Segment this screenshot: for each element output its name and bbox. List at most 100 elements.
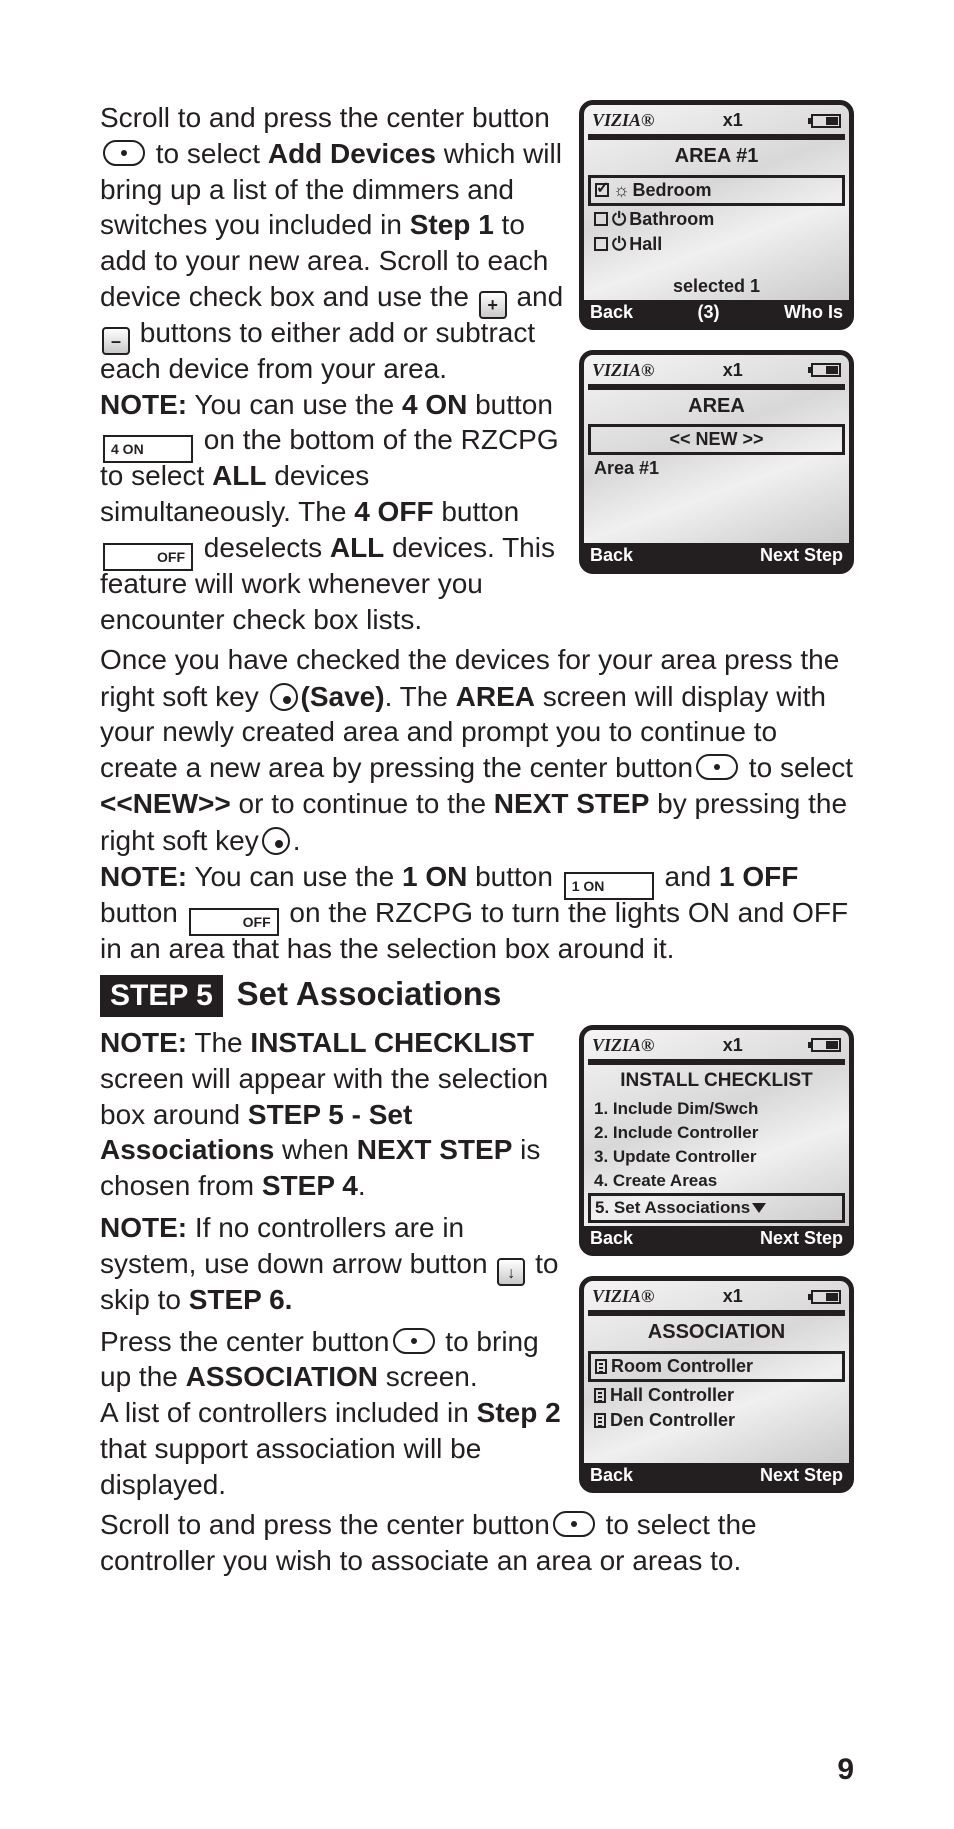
device-name: Bathroom: [629, 209, 714, 229]
signal-label: x1: [723, 109, 743, 132]
screen-footer: Back Next Step: [584, 543, 849, 568]
screen-title: AREA: [588, 392, 845, 422]
checkbox-icon: [594, 237, 608, 251]
center-button-icon: [553, 1511, 595, 1537]
new-area-row: << NEW >>: [588, 424, 845, 455]
battery-icon: [811, 363, 841, 377]
text: button: [467, 861, 560, 892]
brand-label: VIZIA®: [592, 1285, 654, 1308]
device-name: Hall: [629, 234, 662, 254]
device-screen-area-list: VIZIA® x1 AREA << NEW >> Area #1 Back Ne…: [579, 350, 854, 574]
area-row: Area #1: [588, 456, 845, 481]
one-off-button-icon: OFF: [189, 908, 279, 936]
controller-row: Hall Controller: [588, 1383, 845, 1408]
text: .: [293, 825, 301, 856]
power-icon: ⏻: [612, 233, 626, 256]
bold: NEXT STEP: [357, 1134, 513, 1165]
bold: 1 ON: [402, 861, 467, 892]
text: when: [274, 1134, 357, 1165]
page-number: 9: [837, 1751, 854, 1789]
text: You can use the: [187, 861, 402, 892]
text: and: [516, 281, 563, 312]
checklist-row: 3. Update Controller: [588, 1145, 845, 1169]
softkey-center: (3): [698, 301, 720, 324]
bold: NEXT STEP: [494, 788, 650, 819]
instruction-paragraph-1: Scroll to and press the center button to…: [100, 100, 565, 638]
note-label: NOTE:: [100, 1027, 187, 1058]
text: screen.: [378, 1361, 478, 1392]
instruction-paragraph-3: NOTE: The INSTALL CHECKLIST screen will …: [100, 1025, 565, 1204]
right-softkey-icon: [270, 683, 298, 711]
text: that support association will be display…: [100, 1433, 481, 1500]
softkey-right: Who Is: [784, 301, 843, 324]
center-button-icon: [393, 1328, 435, 1354]
bold: Step 1: [410, 209, 494, 240]
text: to select: [156, 138, 268, 169]
instruction-paragraph-4b: Scroll to and press the center button to…: [100, 1507, 854, 1579]
text: 5. Set Associations: [595, 1198, 750, 1217]
one-on-button-icon: 1 ON: [564, 872, 654, 900]
bold: INSTALL CHECKLIST: [250, 1027, 534, 1058]
checklist-row: 2. Include Controller: [588, 1121, 845, 1145]
softkey-back: Back: [590, 1464, 633, 1487]
text: A list of controllers included in: [100, 1397, 477, 1428]
text: or to continue to the: [231, 788, 494, 819]
bold: ALL: [330, 532, 384, 563]
note-label: NOTE:: [100, 861, 187, 892]
bold: AREA: [456, 681, 535, 712]
text: Hall Controller: [610, 1385, 734, 1405]
text: button: [434, 496, 520, 527]
text: Press the center button: [100, 1326, 390, 1357]
softkey-back: Back: [590, 1227, 633, 1250]
device-row: ⏻Hall: [588, 232, 845, 257]
instruction-note-2: NOTE: If no controllers are in system, u…: [100, 1210, 565, 1317]
softkey-back: Back: [590, 301, 633, 324]
text: The: [187, 1027, 250, 1058]
device-screen-area-devices: VIZIA® x1 AREA #1 ☼Bedroom ⏻Bathroom ⏻Ha…: [579, 100, 854, 330]
text: Room Controller: [611, 1356, 753, 1376]
text: Den Controller: [610, 1410, 735, 1430]
step-5-heading: STEP 5 Set Associations: [100, 973, 854, 1017]
off-button-icon: OFF: [103, 543, 193, 571]
device-screen-association: VIZIA® x1 ASSOCIATION Room Controller Ha…: [579, 1276, 854, 1493]
power-icon: ⏻: [612, 208, 626, 231]
step-title: Set Associations: [237, 973, 502, 1015]
instruction-paragraph-4a: Press the center button to bring up the …: [100, 1324, 565, 1503]
checkbox-icon: [595, 183, 609, 197]
note-label: NOTE:: [100, 389, 187, 420]
text: to select: [741, 752, 853, 783]
text: button: [100, 897, 186, 928]
bold: 4 ON: [402, 389, 467, 420]
device-name: Bedroom: [633, 180, 712, 200]
controller-icon: [595, 1359, 607, 1374]
text: and: [657, 861, 719, 892]
checkbox-icon: [594, 212, 608, 226]
controller-icon: [594, 1388, 606, 1403]
battery-icon: [811, 1290, 841, 1304]
screen-title: INSTALL CHECKLIST: [588, 1067, 845, 1095]
device-screen-install-checklist: VIZIA® x1 INSTALL CHECKLIST 1. Include D…: [579, 1025, 854, 1256]
right-softkey-icon: [262, 827, 290, 855]
battery-icon: [811, 114, 841, 128]
plus-button-icon: +: [479, 291, 507, 319]
bold: (Save): [301, 681, 385, 712]
text: Scroll to and press the center button: [100, 1509, 550, 1540]
minus-button-icon: –: [102, 327, 130, 355]
center-button-icon: [696, 754, 738, 780]
controller-row-selected: Room Controller: [588, 1351, 845, 1382]
text: button: [467, 389, 553, 420]
softkey-right: Next Step: [760, 1227, 843, 1250]
screen-footer: Back (3) Who Is: [584, 300, 849, 325]
controller-row: Den Controller: [588, 1408, 845, 1433]
four-on-button-icon: 4 ON: [103, 435, 193, 463]
screen-title: AREA #1: [588, 142, 845, 172]
triangle-down-icon: [752, 1203, 766, 1213]
signal-label: x1: [723, 359, 743, 382]
signal-label: x1: [723, 1285, 743, 1308]
softkey-right: Next Step: [760, 544, 843, 567]
screen-footer: Back Next Step: [584, 1226, 849, 1251]
brand-label: VIZIA®: [592, 1034, 654, 1057]
text: buttons to either add or subtract each d…: [100, 317, 535, 384]
screen-title: ASSOCIATION: [588, 1318, 845, 1348]
bold: 4 OFF: [354, 496, 433, 527]
